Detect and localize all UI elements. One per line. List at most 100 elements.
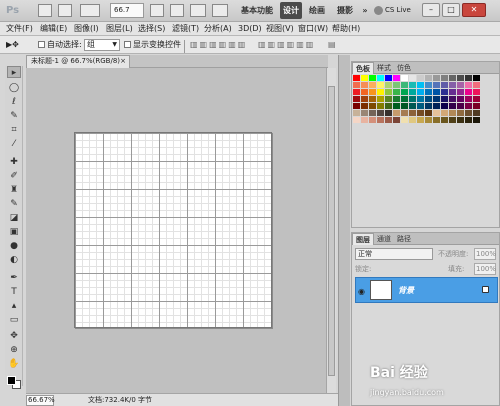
screen-mode-icon[interactable] bbox=[212, 4, 228, 17]
swatch-cell[interactable] bbox=[457, 75, 464, 81]
minimize-button[interactable]: – bbox=[422, 3, 440, 17]
swatch-cell[interactable] bbox=[377, 103, 384, 109]
swatch-cell[interactable] bbox=[465, 82, 472, 88]
swatch-cell[interactable] bbox=[441, 117, 448, 123]
swatch-cell[interactable] bbox=[353, 96, 360, 102]
swatch-cell[interactable] bbox=[401, 96, 408, 102]
bridge-icon[interactable] bbox=[38, 4, 52, 17]
swatch-cell[interactable] bbox=[393, 110, 400, 116]
swatch-cell[interactable] bbox=[433, 89, 440, 95]
swatch-cell[interactable] bbox=[425, 110, 432, 116]
swatch-cell[interactable] bbox=[353, 82, 360, 88]
auto-align-icon[interactable]: ▤ bbox=[328, 40, 338, 50]
document-size-info[interactable]: 文档:732.4K/0 字节 bbox=[88, 395, 152, 406]
swatch-cell[interactable] bbox=[473, 117, 480, 123]
type-tool-icon[interactable]: T bbox=[7, 286, 21, 298]
panel-dock-strip[interactable] bbox=[338, 55, 350, 406]
auto-select-checkbox[interactable]: 自动选择: bbox=[38, 40, 82, 50]
swatch-cell[interactable] bbox=[369, 117, 376, 123]
swatch-cell[interactable] bbox=[361, 103, 368, 109]
swatch-cell[interactable] bbox=[457, 82, 464, 88]
swatch-cell[interactable] bbox=[393, 117, 400, 123]
menu-filter[interactable]: 滤镜(T) bbox=[172, 23, 199, 35]
swatch-cell[interactable] bbox=[385, 103, 392, 109]
gradient-tool-icon[interactable]: ▣ bbox=[7, 226, 21, 238]
swatch-cell[interactable] bbox=[417, 117, 424, 123]
hand-tool-icon[interactable] bbox=[150, 4, 164, 17]
opacity-field[interactable]: 100% bbox=[474, 248, 496, 260]
eye-icon[interactable]: ◉ bbox=[358, 287, 365, 296]
zoom-percent-field[interactable]: 66.67% bbox=[26, 395, 55, 406]
swatch-cell[interactable] bbox=[377, 75, 384, 81]
swatch-cell[interactable] bbox=[441, 103, 448, 109]
swatch-cell[interactable] bbox=[425, 75, 432, 81]
swatch-cell[interactable] bbox=[417, 96, 424, 102]
document-tab[interactable]: 未标题-1 @ 66.7%(RGB/8) × bbox=[26, 55, 130, 68]
swatch-cell[interactable] bbox=[377, 89, 384, 95]
swatch-cell[interactable] bbox=[369, 96, 376, 102]
scrollbar-thumb[interactable] bbox=[328, 86, 335, 376]
menu-help[interactable]: 帮助(H) bbox=[332, 23, 360, 35]
swatch-cell[interactable] bbox=[361, 82, 368, 88]
swatch-cell[interactable] bbox=[441, 110, 448, 116]
view-extras-icon[interactable] bbox=[80, 4, 100, 17]
menu-analysis[interactable]: 分析(A) bbox=[204, 23, 232, 35]
swatch-cell[interactable] bbox=[377, 82, 384, 88]
swatch-cell[interactable] bbox=[457, 110, 464, 116]
swatch-cell[interactable] bbox=[369, 103, 376, 109]
swatch-cell[interactable] bbox=[449, 103, 456, 109]
swatch-cell[interactable] bbox=[361, 96, 368, 102]
swatch-cell[interactable] bbox=[385, 110, 392, 116]
document-canvas[interactable] bbox=[74, 132, 272, 328]
swatch-cell[interactable] bbox=[433, 117, 440, 123]
swatch-cell[interactable] bbox=[353, 117, 360, 123]
blur-tool-icon[interactable]: ● bbox=[7, 240, 21, 252]
swatch-cell[interactable] bbox=[401, 82, 408, 88]
menu-image[interactable]: 图像(I) bbox=[74, 23, 99, 35]
crop-tool-icon[interactable]: ⌗ bbox=[7, 124, 21, 136]
swatch-cell[interactable] bbox=[393, 103, 400, 109]
vertical-scrollbar[interactable] bbox=[326, 68, 336, 393]
swatch-cell[interactable] bbox=[433, 110, 440, 116]
tab-layers[interactable]: 图层 bbox=[352, 233, 374, 245]
swatch-cell[interactable] bbox=[409, 82, 416, 88]
swatch-cell[interactable] bbox=[433, 96, 440, 102]
close-button[interactable]: ✕ bbox=[462, 3, 486, 17]
tab-styles[interactable]: 样式 bbox=[374, 62, 394, 74]
swatch-cell[interactable] bbox=[409, 110, 416, 116]
menu-window[interactable]: 窗口(W) bbox=[298, 23, 328, 35]
swatch-cell[interactable] bbox=[441, 96, 448, 102]
swatch-cell[interactable] bbox=[433, 82, 440, 88]
distribute-buttons-group[interactable]: ▥▥▥▥▥▥ bbox=[258, 40, 315, 50]
move-tool-icon[interactable]: ▸ bbox=[7, 66, 21, 78]
swatch-cell[interactable] bbox=[385, 75, 392, 81]
menu-select[interactable]: 选择(S) bbox=[138, 23, 165, 35]
swatch-cell[interactable] bbox=[361, 117, 368, 123]
swatch-cell[interactable] bbox=[433, 75, 440, 81]
swatch-cell[interactable] bbox=[449, 110, 456, 116]
tab-paths[interactable]: 路径 bbox=[394, 233, 414, 245]
swatch-cell[interactable] bbox=[377, 117, 384, 123]
swatch-cell[interactable] bbox=[361, 110, 368, 116]
swatch-cell[interactable] bbox=[353, 75, 360, 81]
zoom-level-field[interactable]: 66.7 bbox=[110, 3, 144, 18]
layer-row-background[interactable]: ◉ 背景 bbox=[355, 277, 498, 303]
swatch-cell[interactable] bbox=[401, 110, 408, 116]
menu-layer[interactable]: 图层(L) bbox=[106, 23, 133, 35]
swatch-cell[interactable] bbox=[425, 117, 432, 123]
swatch-cell[interactable] bbox=[441, 89, 448, 95]
swatch-cell[interactable] bbox=[473, 110, 480, 116]
rectangle-tool-icon[interactable]: ▭ bbox=[7, 314, 21, 326]
arrange-documents-icon[interactable] bbox=[190, 4, 206, 17]
tab-swatches[interactable]: 色板 bbox=[352, 62, 374, 74]
menu-3d[interactable]: 3D(D) bbox=[238, 23, 262, 35]
swatch-cell[interactable] bbox=[425, 82, 432, 88]
workspace-photography[interactable]: 摄影 bbox=[334, 2, 356, 19]
menu-file[interactable]: 文件(F) bbox=[6, 23, 33, 35]
swatch-cell[interactable] bbox=[449, 82, 456, 88]
swatch-cell[interactable] bbox=[353, 89, 360, 95]
eraser-tool-icon[interactable]: ◪ bbox=[7, 212, 21, 224]
lasso-tool-icon[interactable]: ℓ bbox=[7, 96, 21, 108]
swatch-cell[interactable] bbox=[385, 96, 392, 102]
swatch-cell[interactable] bbox=[401, 103, 408, 109]
